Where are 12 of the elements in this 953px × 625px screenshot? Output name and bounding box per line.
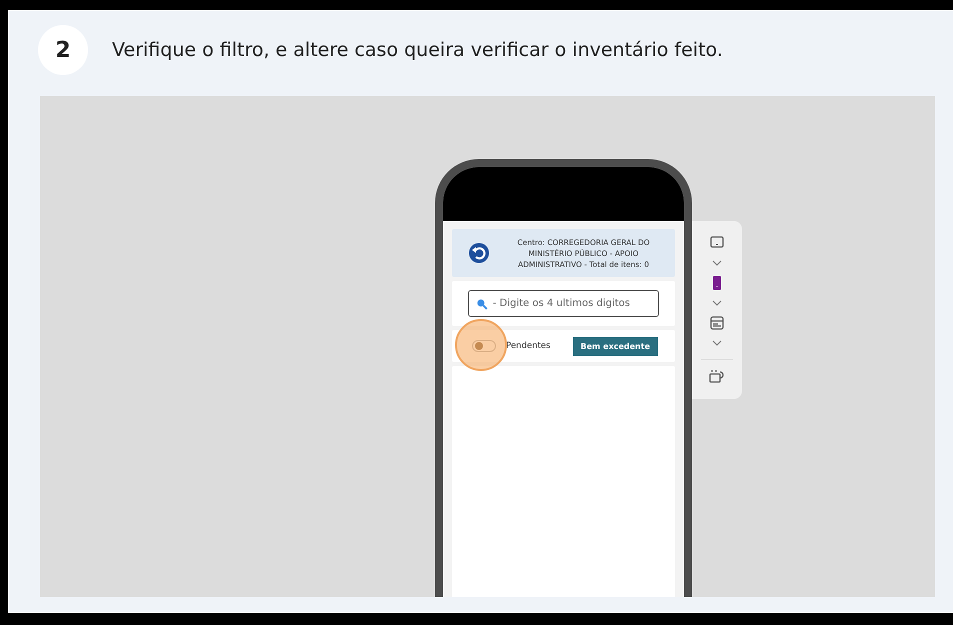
search-field[interactable]: - Digite os 4 ultimos digitos: [468, 290, 659, 317]
step-number: 2: [38, 25, 88, 75]
chevron-down-icon[interactable]: [712, 340, 722, 346]
card-icon[interactable]: [708, 314, 726, 332]
chevron-down-icon[interactable]: [712, 300, 722, 306]
toggle-switch[interactable]: [472, 340, 496, 352]
back-arrow-logo-icon: [468, 242, 490, 264]
excess-item-button[interactable]: Bem excedente: [572, 336, 658, 356]
search-icon: [476, 298, 488, 310]
step-instruction: Verifique o filtro, e altere caso queira verificar o inventário feito.: [112, 39, 723, 61]
toggle-label: Pendentes: [506, 341, 552, 351]
chevron-down-icon[interactable]: [712, 260, 722, 266]
